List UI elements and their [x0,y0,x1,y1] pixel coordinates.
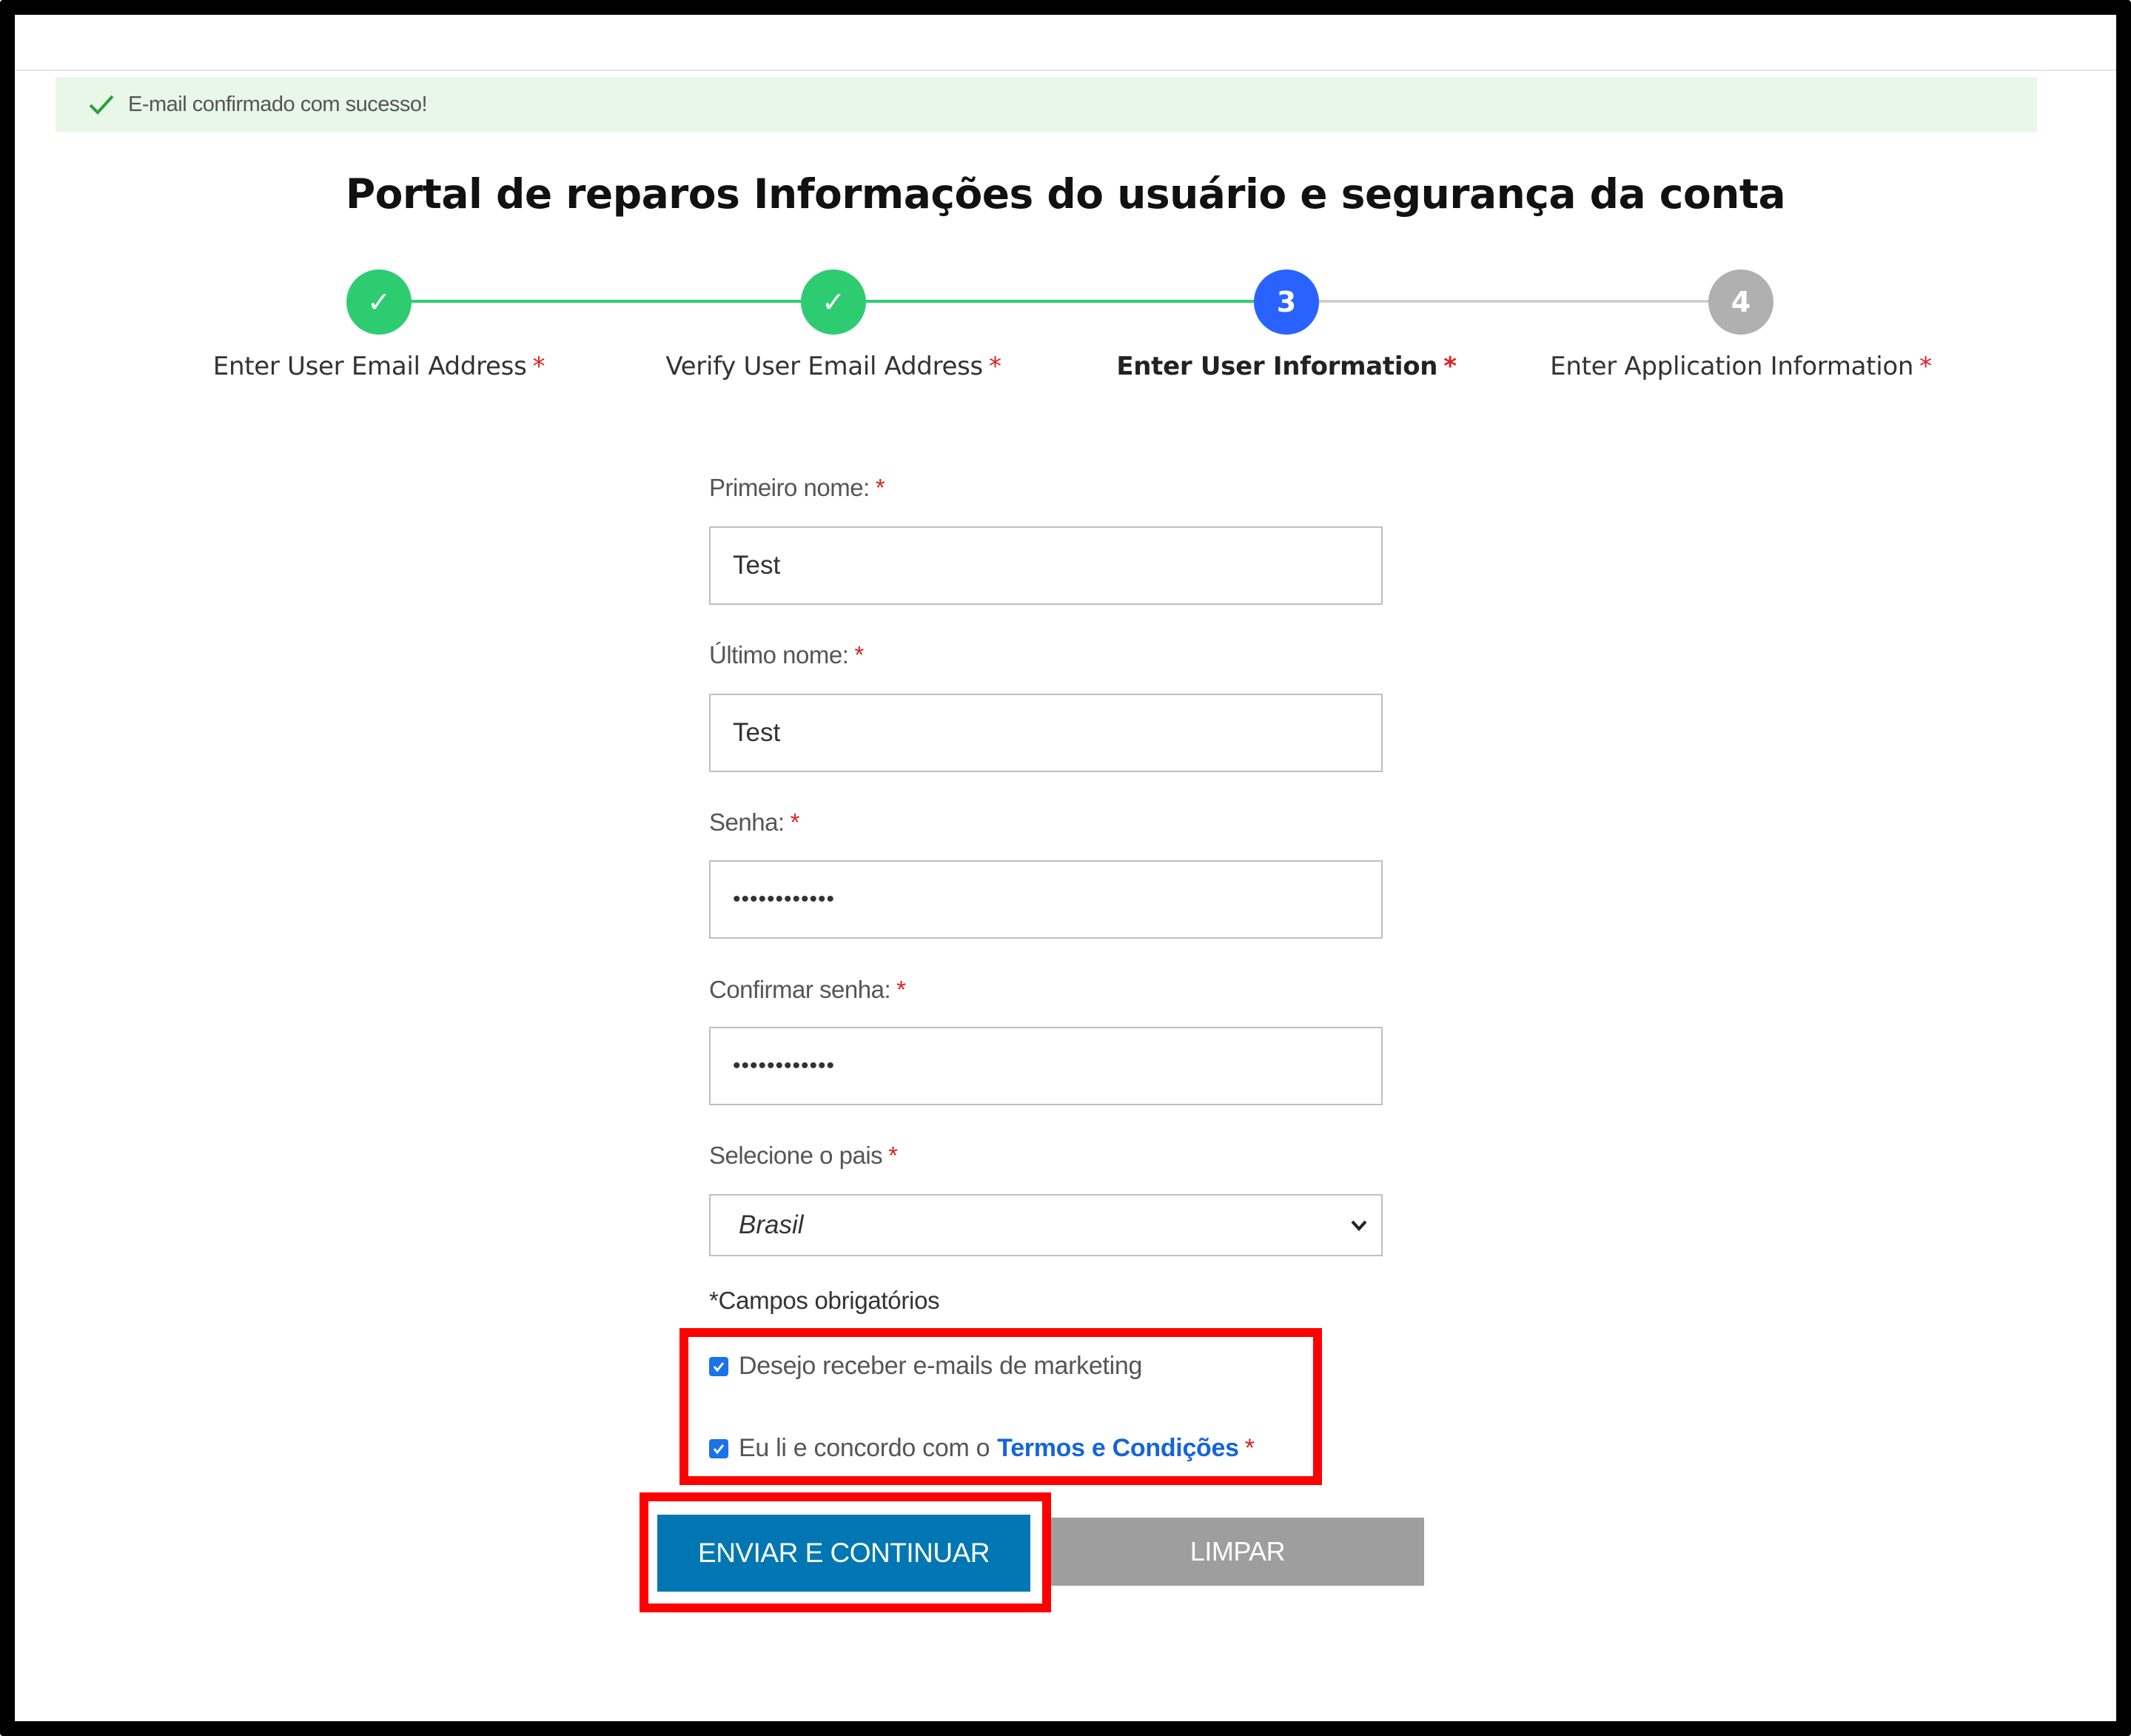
required-fields-note: *Campos obrigatórios [709,1287,940,1314]
confirm-password-input[interactable]: •••••••••••• [709,1027,1383,1105]
step-connector-1 [377,300,833,303]
required-marker: * [1443,352,1457,381]
password-input[interactable]: •••••••••••• [709,860,1383,939]
required-marker: * [896,976,906,1003]
country-label-text: Selecione o pais [709,1142,883,1169]
clear-button[interactable]: LIMPAR [1051,1518,1424,1586]
required-marker: * [988,352,1001,381]
checkbox-highlight-box [679,1328,1322,1485]
required-marker: * [532,352,546,381]
required-marker: * [854,641,864,668]
step-1-check-icon: ✓ [346,269,412,335]
step-3-number: 3 [1254,269,1319,335]
country-select[interactable]: Brasil [709,1194,1383,1256]
last-name-label-text: Último nome: [709,641,849,668]
step-4-label-text: Enter Application Information [1550,352,1914,381]
required-marker: * [875,474,885,501]
country-selected-value: Brasil [739,1210,804,1239]
step-2-label-text: Verify User Email Address [665,352,983,381]
step-connector-3 [1286,300,1741,303]
last-name-input[interactable]: Test [709,694,1383,772]
step-4-number: 4 [1708,269,1773,335]
step-2-check-icon: ✓ [801,269,866,335]
step-connector-2 [833,300,1286,303]
country-label: Selecione o pais * [709,1142,898,1170]
step-1-label-text: Enter User Email Address [212,352,527,381]
submit-continue-button[interactable]: ENVIAR E CONTINUAR [657,1515,1030,1592]
step-4-label: Enter Application Information * [1519,352,1963,381]
confirm-password-label: Confirmar senha: * [709,976,906,1004]
first-name-label: Primeiro nome: * [709,474,885,502]
chevron-down-icon [1346,1212,1372,1239]
step-3-label-text: Enter User Information [1116,352,1438,381]
confirm-password-label-text: Confirmar senha: [709,976,891,1003]
first-name-label-text: Primeiro nome: [709,474,870,501]
step-1-label: Enter User Email Address * [157,352,601,381]
step-2-label: Verify User Email Address * [611,352,1056,381]
step-3-label: Enter User Information * [1064,352,1509,381]
required-marker: * [790,808,800,836]
required-marker: * [888,1142,898,1169]
last-name-label: Último nome: * [709,641,864,669]
required-marker: * [1919,352,1932,381]
progress-stepper: ✓ ✓ 3 4 Enter User Email Address * Verify… [15,15,2116,415]
first-name-input[interactable]: Test [709,526,1383,605]
password-label: Senha: * [709,808,799,837]
browser-frame: E-mail confirmado com sucesso! Portal de… [0,0,2131,1736]
password-label-text: Senha: [709,808,785,836]
